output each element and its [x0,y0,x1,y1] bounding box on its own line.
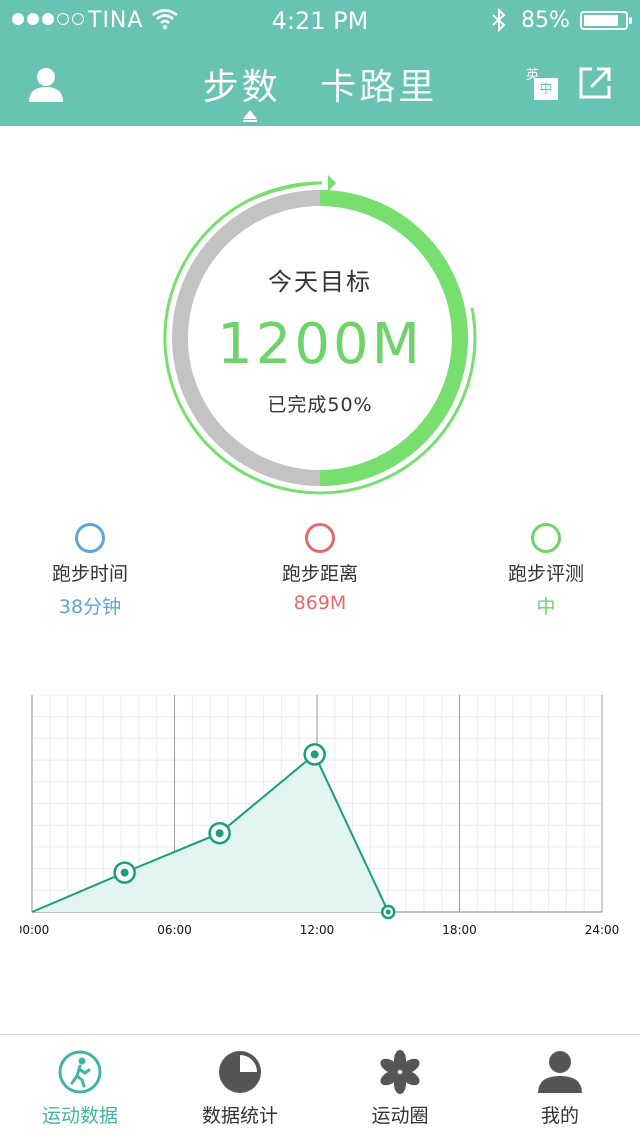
daily-steps-chart: 00:00 06:00 12:00 18:00 24:00 [20,694,620,937]
bluetooth-icon [492,8,506,32]
tab-label: 数据统计 [201,1105,278,1127]
data-point-center [310,750,319,759]
data-point-center [385,909,391,915]
x-tick-label: 18:00 [442,923,477,937]
x-tick-label: 00:00 [20,923,49,937]
running-icon [58,1050,102,1094]
tab-mine[interactable]: 我的 [480,1035,640,1136]
flower-icon [380,1050,420,1094]
pie-chart-icon [219,1051,261,1093]
x-tick-label: 06:00 [157,923,192,937]
language-toggle-icon[interactable]: 英 中 [524,64,560,104]
stat-value: 中 [536,596,556,618]
stat-run-distance[interactable]: 跑步距离 869M [240,523,400,614]
battery-icon [580,11,628,30]
stat-value: 869M [293,592,347,614]
x-tick-label: 12:00 [300,923,335,937]
status-bar: TINA 4:21 PM 85% [0,0,640,40]
tab-exercise-circle[interactable]: 运动圈 [320,1035,480,1136]
tab-exercise-data[interactable]: 运动数据 [0,1035,160,1136]
stat-label: 跑步评测 [507,563,584,585]
x-tick-label: 24:00 [585,923,620,937]
profile-icon [538,1051,582,1093]
data-point-center [215,829,224,838]
battery-percent: 85% [521,8,570,33]
app-header: 步数 卡路里 英 中 [0,40,640,126]
goal-label: 今天目标 [268,268,372,296]
stat-label: 跑步时间 [51,563,128,585]
stat-run-time[interactable]: 跑步时间 38分钟 [10,523,170,619]
lang-zh-label: 中 [534,78,558,100]
tab-label: 我的 [540,1105,579,1127]
goal-value: 1200M [217,312,423,377]
stat-ring-icon [75,523,105,553]
stat-ring-icon [531,523,561,553]
goal-completion: 已完成50% [267,394,373,416]
tab-label: 运动数据 [41,1105,118,1127]
stat-run-evaluation[interactable]: 跑步评测 中 [466,523,626,619]
tab-label: 运动圈 [371,1105,429,1127]
arrow-head-icon [328,175,336,191]
tab-calories[interactable]: 卡路里 [320,58,437,110]
tab-steps[interactable]: 步数 [203,58,281,110]
bottom-tab-bar: 运动数据 数据统计 运动圈 我的 [0,1034,640,1136]
tab-statistics[interactable]: 数据统计 [160,1035,320,1136]
stat-ring-icon [305,523,335,553]
stat-label: 跑步距离 [281,563,358,585]
share-icon[interactable] [578,66,612,100]
stat-value: 38分钟 [58,596,122,618]
data-point-center [120,868,129,877]
active-tab-pointer [243,110,257,119]
